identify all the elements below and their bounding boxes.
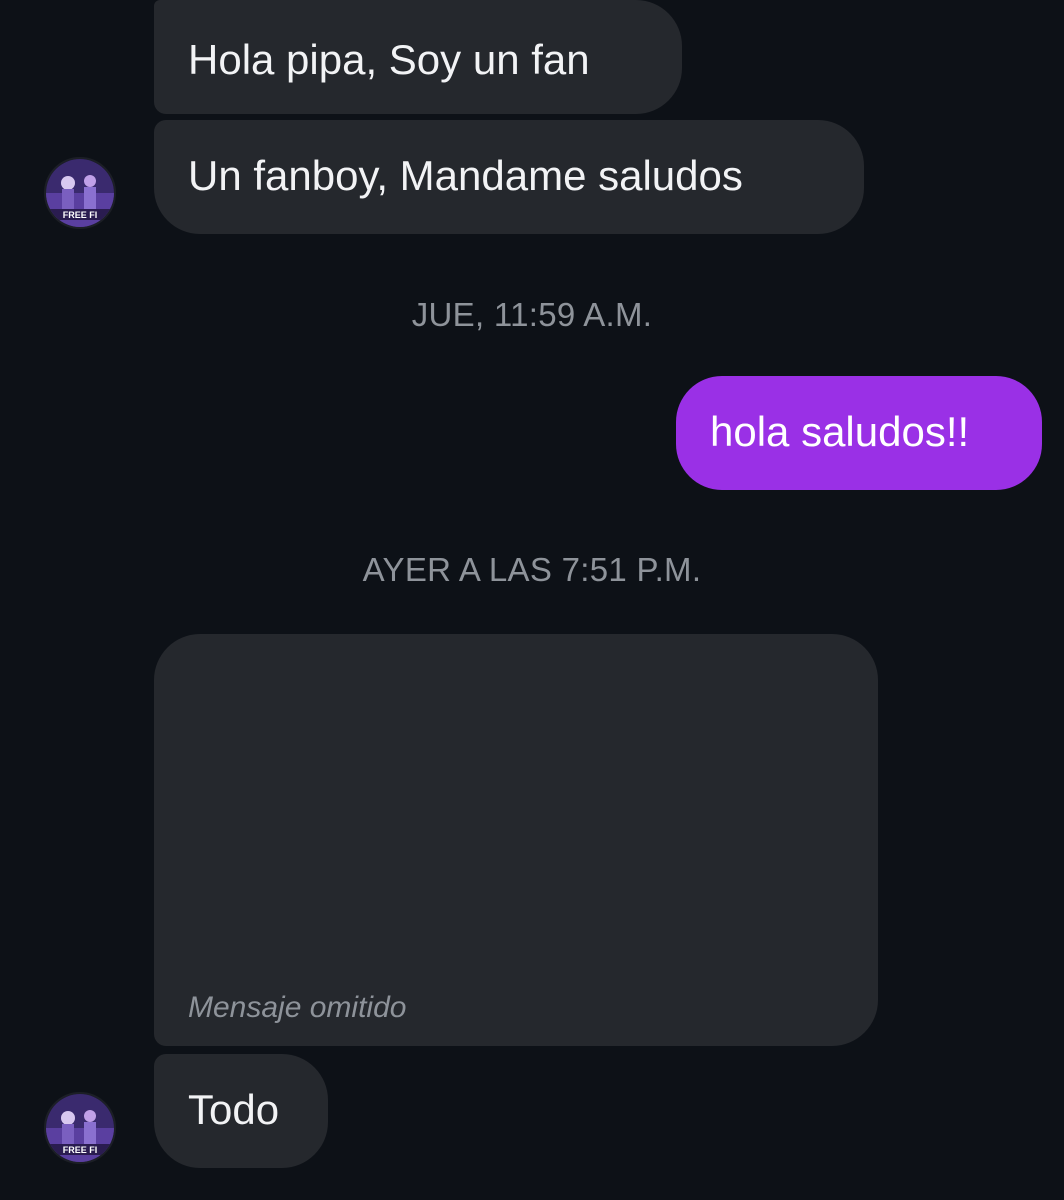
- avatar-caption: FREE FI: [63, 1145, 98, 1155]
- game-avatar-icon: FREE FI: [46, 1094, 114, 1162]
- message-bubble-outgoing[interactable]: hola saludos!!: [676, 376, 1042, 490]
- message-text: Hola pipa, Soy un fan: [188, 36, 590, 83]
- avatar-caption: FREE FI: [63, 210, 98, 220]
- omitted-message-placeholder: Mensaje omitido: [188, 991, 407, 1024]
- message-text: Un fanboy, Mandame saludos: [188, 152, 743, 199]
- message-bubble-incoming[interactable]: Un fanboy, Mandame saludos: [154, 120, 864, 234]
- sender-avatar[interactable]: FREE FI: [44, 1092, 116, 1164]
- message-bubble-incoming-omitted[interactable]: Mensaje omitido: [154, 634, 878, 1046]
- message-text: Todo: [188, 1086, 280, 1133]
- message-bubble-incoming[interactable]: Hola pipa, Soy un fan: [154, 0, 682, 114]
- game-avatar-icon: FREE FI: [46, 159, 114, 227]
- sender-avatar[interactable]: FREE FI: [44, 157, 116, 229]
- timestamp-divider: JUE, 11:59 A.M.: [411, 296, 653, 333]
- message-bubble-incoming[interactable]: Todo: [154, 1054, 328, 1168]
- timestamp-divider: AYER A LAS 7:51 P.M.: [362, 551, 702, 588]
- dm-thread: Hola pipa, Soy un fan Un fanboy, Mandame…: [0, 0, 1064, 1200]
- message-text: hola saludos!!: [710, 408, 970, 455]
